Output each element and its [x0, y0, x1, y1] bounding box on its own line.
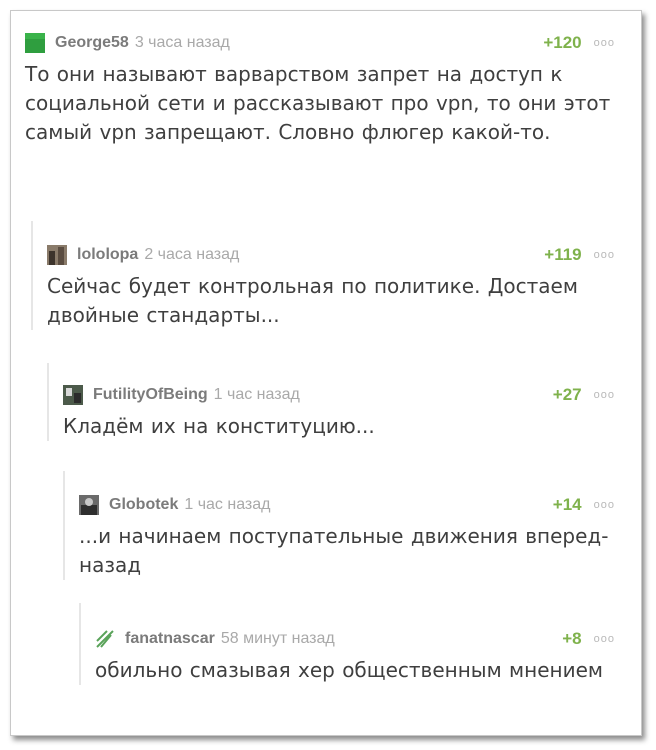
rating-score: +27	[552, 385, 582, 404]
timestamp[interactable]: 3 часа назад	[135, 34, 230, 52]
timestamp[interactable]: 2 часа назад	[144, 246, 239, 264]
rating-score: +120	[543, 33, 582, 52]
rating-score: +119	[544, 245, 582, 264]
comment-header: George58 3 часа назад +120 ooo	[25, 29, 615, 57]
comment-header: Globotek 1 час назад +14 ooo	[79, 491, 615, 519]
more-options-icon[interactable]: ooo	[594, 249, 615, 261]
comment-text: Сейчас будет контрольная по политике. До…	[47, 274, 578, 327]
comment-header: fanatnascar 58 минут назад +8 ooo	[95, 625, 615, 653]
author-link[interactable]: FutilityOfBeing	[93, 386, 208, 404]
more-options-icon[interactable]: ooo	[594, 389, 615, 401]
rating-score: +8	[562, 629, 582, 648]
avatar[interactable]	[47, 245, 67, 265]
timestamp[interactable]: 1 час назад	[214, 386, 300, 404]
comment: fanatnascar 58 минут назад +8 ooo обильн…	[79, 603, 641, 685]
author-link[interactable]: lololopa	[77, 246, 138, 264]
rating-score: +14	[552, 495, 582, 514]
comment-header: FutilityOfBeing 1 час назад +27 ooo	[63, 381, 615, 409]
author-link[interactable]: George58	[55, 34, 129, 52]
comment-text: Кладём их на конституцию...	[63, 414, 375, 438]
more-options-icon[interactable]: ooo	[594, 633, 615, 645]
comment-header: lololopa 2 часа назад +119 ooo	[47, 241, 615, 269]
comment-text: ...и начинаем поступательные движения вп…	[79, 524, 609, 577]
avatar[interactable]	[63, 385, 83, 405]
comment: FutilityOfBeing 1 час назад +27 ooo Клад…	[47, 363, 641, 441]
comment-thread: George58 3 часа назад +120 ooo То они на…	[10, 10, 642, 736]
comment: George58 3 часа назад +120 ooo То они на…	[25, 29, 641, 147]
comment-text: обильно смазывая хер общественным мнение…	[95, 658, 603, 682]
more-options-icon[interactable]: ooo	[594, 37, 615, 49]
avatar[interactable]	[95, 629, 115, 649]
author-link[interactable]: fanatnascar	[125, 630, 215, 648]
timestamp[interactable]: 1 час назад	[184, 496, 270, 514]
comment-text: То они называют варварством запрет на до…	[25, 62, 611, 144]
comment: Globotek 1 час назад +14 ooo ...и начина…	[63, 471, 641, 580]
timestamp[interactable]: 58 минут назад	[221, 630, 335, 648]
more-options-icon[interactable]: ooo	[594, 499, 615, 511]
author-link[interactable]: Globotek	[109, 496, 178, 514]
comment: lololopa 2 часа назад +119 ooo Сейчас бу…	[31, 221, 641, 330]
avatar[interactable]	[79, 495, 99, 515]
avatar[interactable]	[25, 33, 45, 53]
